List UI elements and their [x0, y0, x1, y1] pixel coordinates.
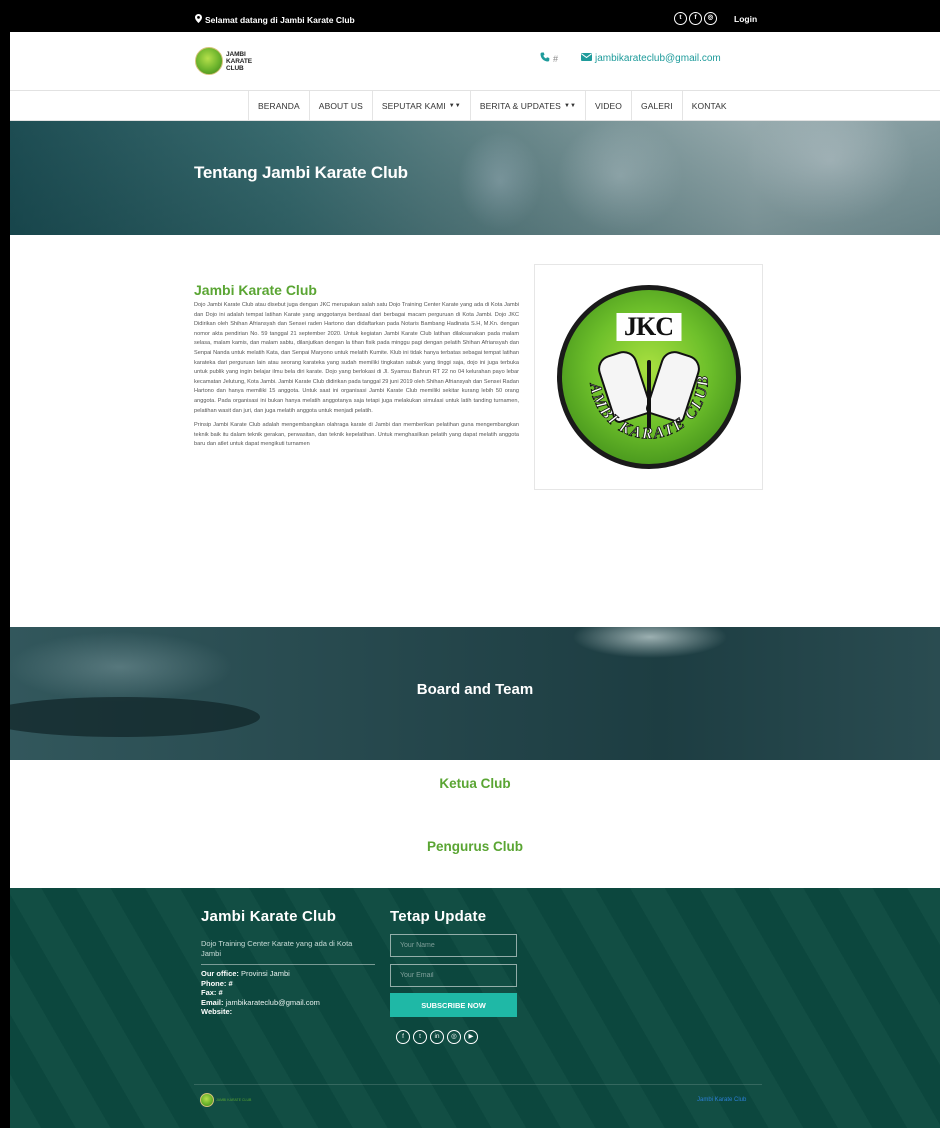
main-nav: BERANDA ABOUT US SEPUTAR KAMI ▼▼ BERITA &…	[10, 91, 940, 121]
office-label: Our office:	[201, 969, 239, 978]
pengurus-heading: Pengurus Club	[426, 839, 523, 854]
club-emblem-image: JKC JAMBI KARATE CLUB	[534, 264, 763, 490]
footer-bottom-divider	[194, 1084, 762, 1085]
welcome-text: Selamat datang di Jambi Karate Club	[205, 14, 355, 25]
phone-value: #	[228, 978, 233, 988]
site-logo[interactable]: JAMBI KARATE CLUB	[195, 47, 266, 75]
envelope-icon	[581, 53, 592, 64]
footer-social: f t in ◎ ▶	[396, 1030, 478, 1044]
nav-item-galeri[interactable]: GALERI	[632, 91, 683, 120]
email-input[interactable]	[390, 964, 517, 987]
fax-label: Fax:	[201, 988, 217, 998]
topbar-social: t f ◎	[674, 12, 717, 25]
header-email-value: jambikarateclub@gmail.com	[595, 53, 721, 64]
about-heading: Jambi Karate Club	[194, 282, 317, 298]
about-text: Dojo Jambi Karate Club atau disebut juga…	[194, 301, 519, 450]
youtube-icon[interactable]: ▶	[464, 1030, 478, 1044]
footer-contact-info: Our office: Provinsi Jambi Phone: # Fax:…	[201, 969, 320, 1017]
nav-item-beranda[interactable]: BERANDA	[248, 91, 310, 120]
footer-website: Website:	[201, 1007, 320, 1017]
about-paragraph-1: Dojo Jambi Karate Club atau disebut juga…	[194, 302, 519, 414]
instagram-icon[interactable]: ◎	[704, 12, 717, 25]
emblem-ring-text: JAMBI KARATE CLUB	[562, 290, 712, 443]
jkc-emblem: JKC JAMBI KARATE CLUB	[556, 285, 741, 469]
subscribe-button[interactable]: SUBSCRIBE NOW	[390, 993, 517, 1017]
copyright-link[interactable]: Jambi Karate Club	[697, 1097, 746, 1103]
page: Selamat datang di Jambi Karate Club t f …	[10, 7, 940, 1128]
caret-down-icon: ▼▼	[563, 102, 577, 109]
about-paragraph-2: Prinsip Jambi Karate Club adalah mengemb…	[194, 422, 519, 448]
hero-banner: Tentang Jambi Karate Club	[10, 121, 940, 235]
fax-value: #	[218, 988, 223, 998]
footer-fax: Fax: #	[201, 988, 320, 998]
nav-label: GALERI	[640, 100, 673, 111]
logo-badge-icon	[200, 1093, 214, 1107]
phone-icon	[540, 52, 550, 65]
logo-badge-icon	[195, 47, 223, 75]
nav-item-video[interactable]: VIDEO	[586, 91, 632, 120]
footer-logo-text: JAMBI KARATE CLUB	[216, 1098, 252, 1102]
caret-down-icon: ▼▼	[448, 102, 461, 109]
team-section: Ketua Club Pengurus Club	[10, 760, 940, 888]
emblem-ring-label: JAMBI KARATE CLUB	[562, 290, 710, 443]
board-banner: Board and Team	[10, 627, 940, 760]
email-label: Email:	[201, 997, 224, 1007]
facebook-icon[interactable]: f	[689, 12, 702, 25]
website-label: Website:	[201, 1007, 233, 1017]
twitter-icon[interactable]: t	[674, 12, 687, 25]
instagram-icon[interactable]: ◎	[447, 1030, 461, 1044]
footer-divider	[201, 964, 375, 965]
board-title: Board and Team	[416, 681, 534, 698]
nav-label: VIDEO	[595, 100, 622, 111]
page-title: Tentang Jambi Karate Club	[194, 163, 408, 182]
footer-office: Our office: Provinsi Jambi	[201, 969, 320, 979]
footer: Jambi Karate Club Dojo Training Center K…	[10, 888, 940, 1128]
nav-label: BERITA & UPDATES	[479, 100, 561, 111]
office-value: Provinsi Jambi	[241, 969, 290, 978]
nav-item-kontak[interactable]: KONTAK	[683, 91, 736, 120]
ketua-heading: Ketua Club	[439, 776, 511, 791]
footer-description: Dojo Training Center Karate yang ada di …	[201, 939, 353, 958]
footer-email: Email: jambikarateclub@gmail.com	[201, 998, 320, 1008]
header-email[interactable]: jambikarateclub@gmail.com	[581, 53, 721, 64]
nav-item-seputar-kami[interactable]: SEPUTAR KAMI ▼▼	[373, 91, 471, 120]
footer-logo[interactable]: JAMBI KARATE CLUB	[200, 1093, 251, 1107]
nav-label: ABOUT US	[318, 100, 363, 111]
footer-phone: Phone: #	[201, 979, 320, 989]
nav-label: BERANDA	[258, 100, 300, 111]
login-link[interactable]: Login	[734, 14, 757, 24]
header-phone-value: #	[553, 53, 559, 64]
svg-text:JAMBI KARATE CLUB: JAMBI KARATE CLUB	[562, 290, 712, 443]
email-value[interactable]: jambikarateclub@gmail.com	[226, 998, 320, 1007]
twitter-icon[interactable]: t	[413, 1030, 427, 1044]
name-input[interactable]	[390, 934, 517, 957]
top-bar: Selamat datang di Jambi Karate Club t f …	[10, 7, 940, 32]
about-section: Jambi Karate Club Dojo Jambi Karate Club…	[10, 235, 940, 627]
linkedin-icon[interactable]: in	[430, 1030, 444, 1044]
welcome-message: Selamat datang di Jambi Karate Club	[195, 14, 355, 25]
phone-label: Phone:	[201, 978, 227, 988]
header-phone[interactable]: #	[540, 52, 558, 65]
newsletter-title: Tetap Update	[390, 908, 487, 925]
footer-title: Jambi Karate Club	[201, 908, 337, 925]
nav-label: SEPUTAR KAMI	[381, 100, 446, 111]
nav-item-berita-updates[interactable]: BERITA & UPDATES ▼▼	[471, 91, 587, 120]
facebook-icon[interactable]: f	[396, 1030, 410, 1044]
logo-text: JAMBI KARATE CLUB	[226, 50, 252, 72]
header: JAMBI KARATE CLUB # jambikarateclub@gmai…	[10, 32, 940, 91]
nav-item-about-us[interactable]: ABOUT US	[310, 91, 373, 120]
nav-label: KONTAK	[691, 100, 727, 111]
map-marker-icon	[195, 14, 202, 25]
